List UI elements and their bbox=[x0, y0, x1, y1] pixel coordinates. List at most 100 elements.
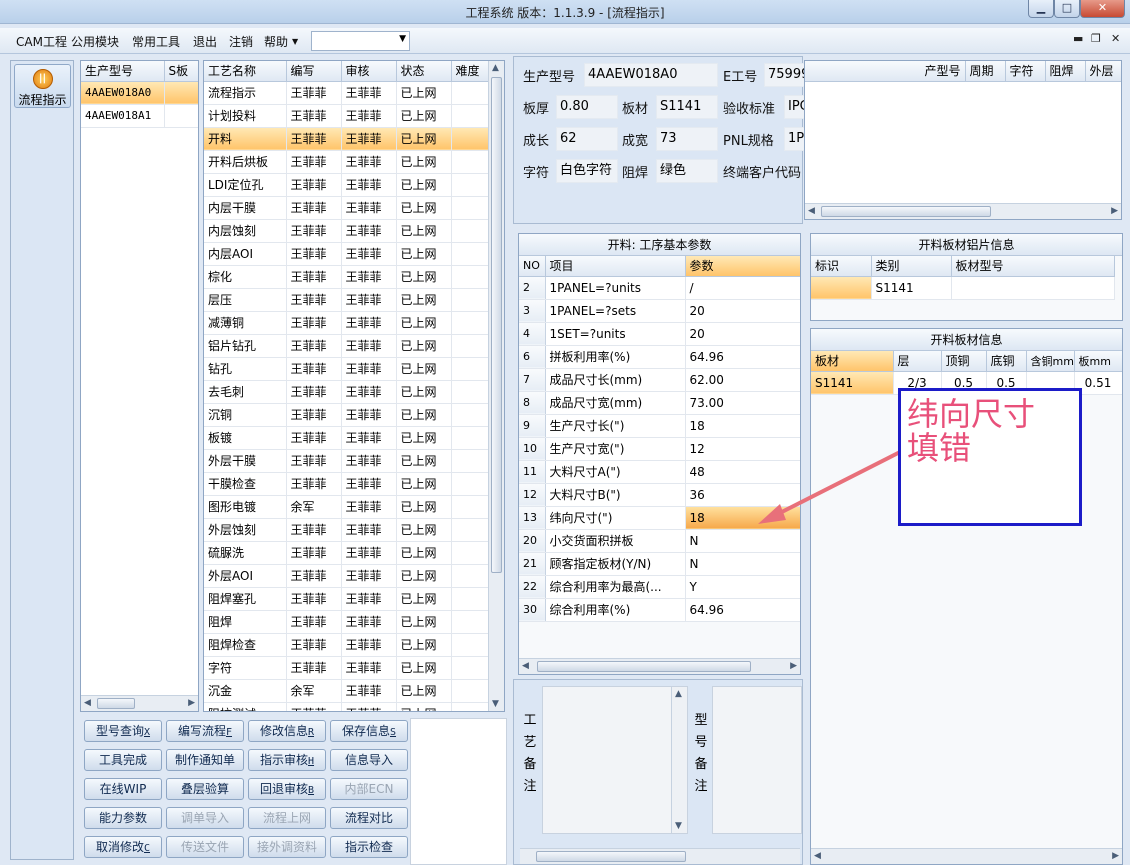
param-item-cell[interactable]: 顾客指定板材(Y/N) bbox=[545, 552, 686, 576]
action-button[interactable]: 在线WIP bbox=[84, 778, 162, 800]
status-cell[interactable]: 已上网 bbox=[396, 357, 452, 381]
difficulty-cell[interactable] bbox=[451, 334, 489, 358]
action-button[interactable]: 流程对比 bbox=[330, 807, 408, 829]
difficulty-cell[interactable] bbox=[451, 150, 489, 174]
action-button[interactable]: 传送文件 bbox=[166, 836, 244, 858]
writer-cell[interactable]: 王菲菲 bbox=[286, 81, 342, 105]
menu-cam[interactable]: CAM工程 bbox=[16, 33, 67, 50]
difficulty-cell[interactable] bbox=[451, 679, 489, 703]
writer-cell[interactable]: 王菲菲 bbox=[286, 334, 342, 358]
scroll-up-icon[interactable]: ▲ bbox=[675, 689, 682, 699]
param-no-cell[interactable]: 21 bbox=[519, 552, 546, 576]
reviewer-cell[interactable]: 王菲菲 bbox=[341, 587, 397, 611]
writer-cell[interactable]: 王菲菲 bbox=[286, 242, 342, 266]
al-category-cell[interactable]: S1141 bbox=[871, 276, 952, 300]
status-cell[interactable]: 已上网 bbox=[396, 127, 452, 151]
param-row[interactable]: 30 综合利用率(%) 64.96 bbox=[519, 598, 800, 622]
scroll-left-icon[interactable]: ◀ bbox=[84, 698, 91, 708]
param-row[interactable]: 8 成品尺寸宽(mm) 73.00 bbox=[519, 391, 800, 415]
material-field[interactable]: S1141 bbox=[656, 95, 718, 119]
reviewer-cell[interactable]: 王菲菲 bbox=[341, 564, 397, 588]
param-row[interactable]: 7 成品尺寸长(mm) 62.00 bbox=[519, 368, 800, 392]
process-row[interactable]: 铝片钻孔 王菲菲 王菲菲 已上网 bbox=[204, 334, 489, 358]
writer-cell[interactable]: 王菲菲 bbox=[286, 357, 342, 381]
param-no-cell[interactable]: 30 bbox=[519, 598, 546, 622]
col-char[interactable]: 字符 bbox=[1005, 61, 1046, 82]
process-name-cell[interactable]: 干膜检查 bbox=[204, 472, 287, 496]
process-row[interactable]: 钻孔 王菲菲 王菲菲 已上网 bbox=[204, 357, 489, 381]
process-name-cell[interactable]: 外层蚀刻 bbox=[204, 518, 287, 542]
thickness-field[interactable]: 0.80 bbox=[556, 95, 618, 119]
param-item-cell[interactable]: 纬向尺寸(") bbox=[545, 506, 686, 530]
standard-field[interactable]: IPC bbox=[784, 95, 806, 119]
action-button[interactable]: 回退审核B bbox=[248, 778, 326, 800]
param-value-cell[interactable]: / bbox=[685, 276, 800, 300]
reviewer-cell[interactable]: 王菲菲 bbox=[341, 127, 397, 151]
scroll-left-icon[interactable]: ◀ bbox=[808, 206, 815, 216]
param-item-cell[interactable]: 1PANEL=?units bbox=[545, 276, 686, 300]
reviewer-cell[interactable]: 王菲菲 bbox=[341, 702, 397, 711]
reviewer-cell[interactable]: 王菲菲 bbox=[341, 357, 397, 381]
status-cell[interactable]: 已上网 bbox=[396, 380, 452, 404]
process-row[interactable]: 阻焊检查 王菲菲 王菲菲 已上网 bbox=[204, 633, 489, 657]
mask-field[interactable]: 绿色 bbox=[656, 159, 718, 183]
scroll-left-icon[interactable]: ◀ bbox=[814, 851, 821, 861]
action-button[interactable]: 编写流程F bbox=[166, 720, 244, 742]
reviewer-cell[interactable]: 王菲菲 bbox=[341, 81, 397, 105]
close-button[interactable]: ✕ bbox=[1080, 0, 1125, 18]
col-param[interactable]: 参数 bbox=[685, 256, 800, 277]
scroll-right-icon[interactable]: ▶ bbox=[790, 661, 797, 671]
s-board-cell[interactable] bbox=[164, 81, 198, 105]
param-value-cell[interactable]: N bbox=[685, 529, 800, 553]
writer-cell[interactable]: 王菲菲 bbox=[286, 587, 342, 611]
scroll-thumb[interactable] bbox=[536, 851, 686, 862]
difficulty-cell[interactable] bbox=[451, 104, 489, 128]
writer-cell[interactable]: 王菲菲 bbox=[286, 472, 342, 496]
col-outer[interactable]: 外层 bbox=[1085, 61, 1121, 82]
scroll-right-icon[interactable]: ▶ bbox=[1111, 206, 1118, 216]
action-button[interactable]: 修改信息R bbox=[248, 720, 326, 742]
s-board-cell[interactable] bbox=[164, 104, 198, 128]
col-mask[interactable]: 阻焊 bbox=[1045, 61, 1086, 82]
writer-cell[interactable]: 王菲菲 bbox=[286, 127, 342, 151]
difficulty-cell[interactable] bbox=[451, 219, 489, 243]
difficulty-cell[interactable] bbox=[451, 449, 489, 473]
menu-exit[interactable]: 退出 bbox=[193, 33, 217, 50]
process-name-cell[interactable]: 开料 bbox=[204, 127, 287, 151]
difficulty-cell[interactable] bbox=[451, 127, 489, 151]
col-item[interactable]: 项目 bbox=[545, 256, 686, 277]
process-row[interactable]: 计划投料 王菲菲 王菲菲 已上网 bbox=[204, 104, 489, 128]
menu-common-module[interactable]: 公用模块 bbox=[71, 33, 119, 50]
process-row[interactable]: 棕化 王菲菲 王菲菲 已上网 bbox=[204, 265, 489, 289]
writer-cell[interactable]: 王菲菲 bbox=[286, 610, 342, 634]
reviewer-cell[interactable]: 王菲菲 bbox=[341, 656, 397, 680]
process-name-cell[interactable]: 图形电镀 bbox=[204, 495, 287, 519]
param-row[interactable]: 4 1SET=?units 20 bbox=[519, 322, 800, 346]
difficulty-cell[interactable] bbox=[451, 242, 489, 266]
param-no-cell[interactable]: 10 bbox=[519, 437, 546, 461]
writer-cell[interactable]: 王菲菲 bbox=[286, 564, 342, 588]
status-cell[interactable]: 已上网 bbox=[396, 242, 452, 266]
writer-cell[interactable]: 余军 bbox=[286, 495, 342, 519]
menu-help[interactable]: 帮助 bbox=[264, 33, 288, 50]
process-row[interactable]: 字符 王菲菲 王菲菲 已上网 bbox=[204, 656, 489, 680]
scroll-thumb[interactable] bbox=[97, 698, 135, 709]
length-field[interactable]: 62 bbox=[556, 127, 618, 151]
minimize-button[interactable]: ▁ bbox=[1028, 0, 1054, 18]
process-row[interactable]: 内层蚀刻 王菲菲 王菲菲 已上网 bbox=[204, 219, 489, 243]
writer-cell[interactable]: 王菲菲 bbox=[286, 702, 342, 711]
difficulty-cell[interactable] bbox=[451, 564, 489, 588]
writer-cell[interactable]: 王菲菲 bbox=[286, 656, 342, 680]
col-tag[interactable]: 标识 bbox=[811, 256, 872, 277]
writer-cell[interactable]: 王菲菲 bbox=[286, 449, 342, 473]
al-sheet-model-cell[interactable] bbox=[951, 276, 1115, 300]
module-combo[interactable]: ▼ bbox=[311, 31, 410, 51]
process-name-cell[interactable]: 阻焊 bbox=[204, 610, 287, 634]
pnl-field[interactable]: 1P bbox=[784, 127, 806, 151]
col-s-board[interactable]: S板 bbox=[164, 61, 198, 82]
param-value-cell[interactable]: 20 bbox=[685, 299, 800, 323]
reviewer-cell[interactable]: 王菲菲 bbox=[341, 518, 397, 542]
status-cell[interactable]: 已上网 bbox=[396, 311, 452, 335]
col-bottom-cu[interactable]: 底铜 bbox=[986, 351, 1027, 372]
reviewer-cell[interactable]: 王菲菲 bbox=[341, 495, 397, 519]
